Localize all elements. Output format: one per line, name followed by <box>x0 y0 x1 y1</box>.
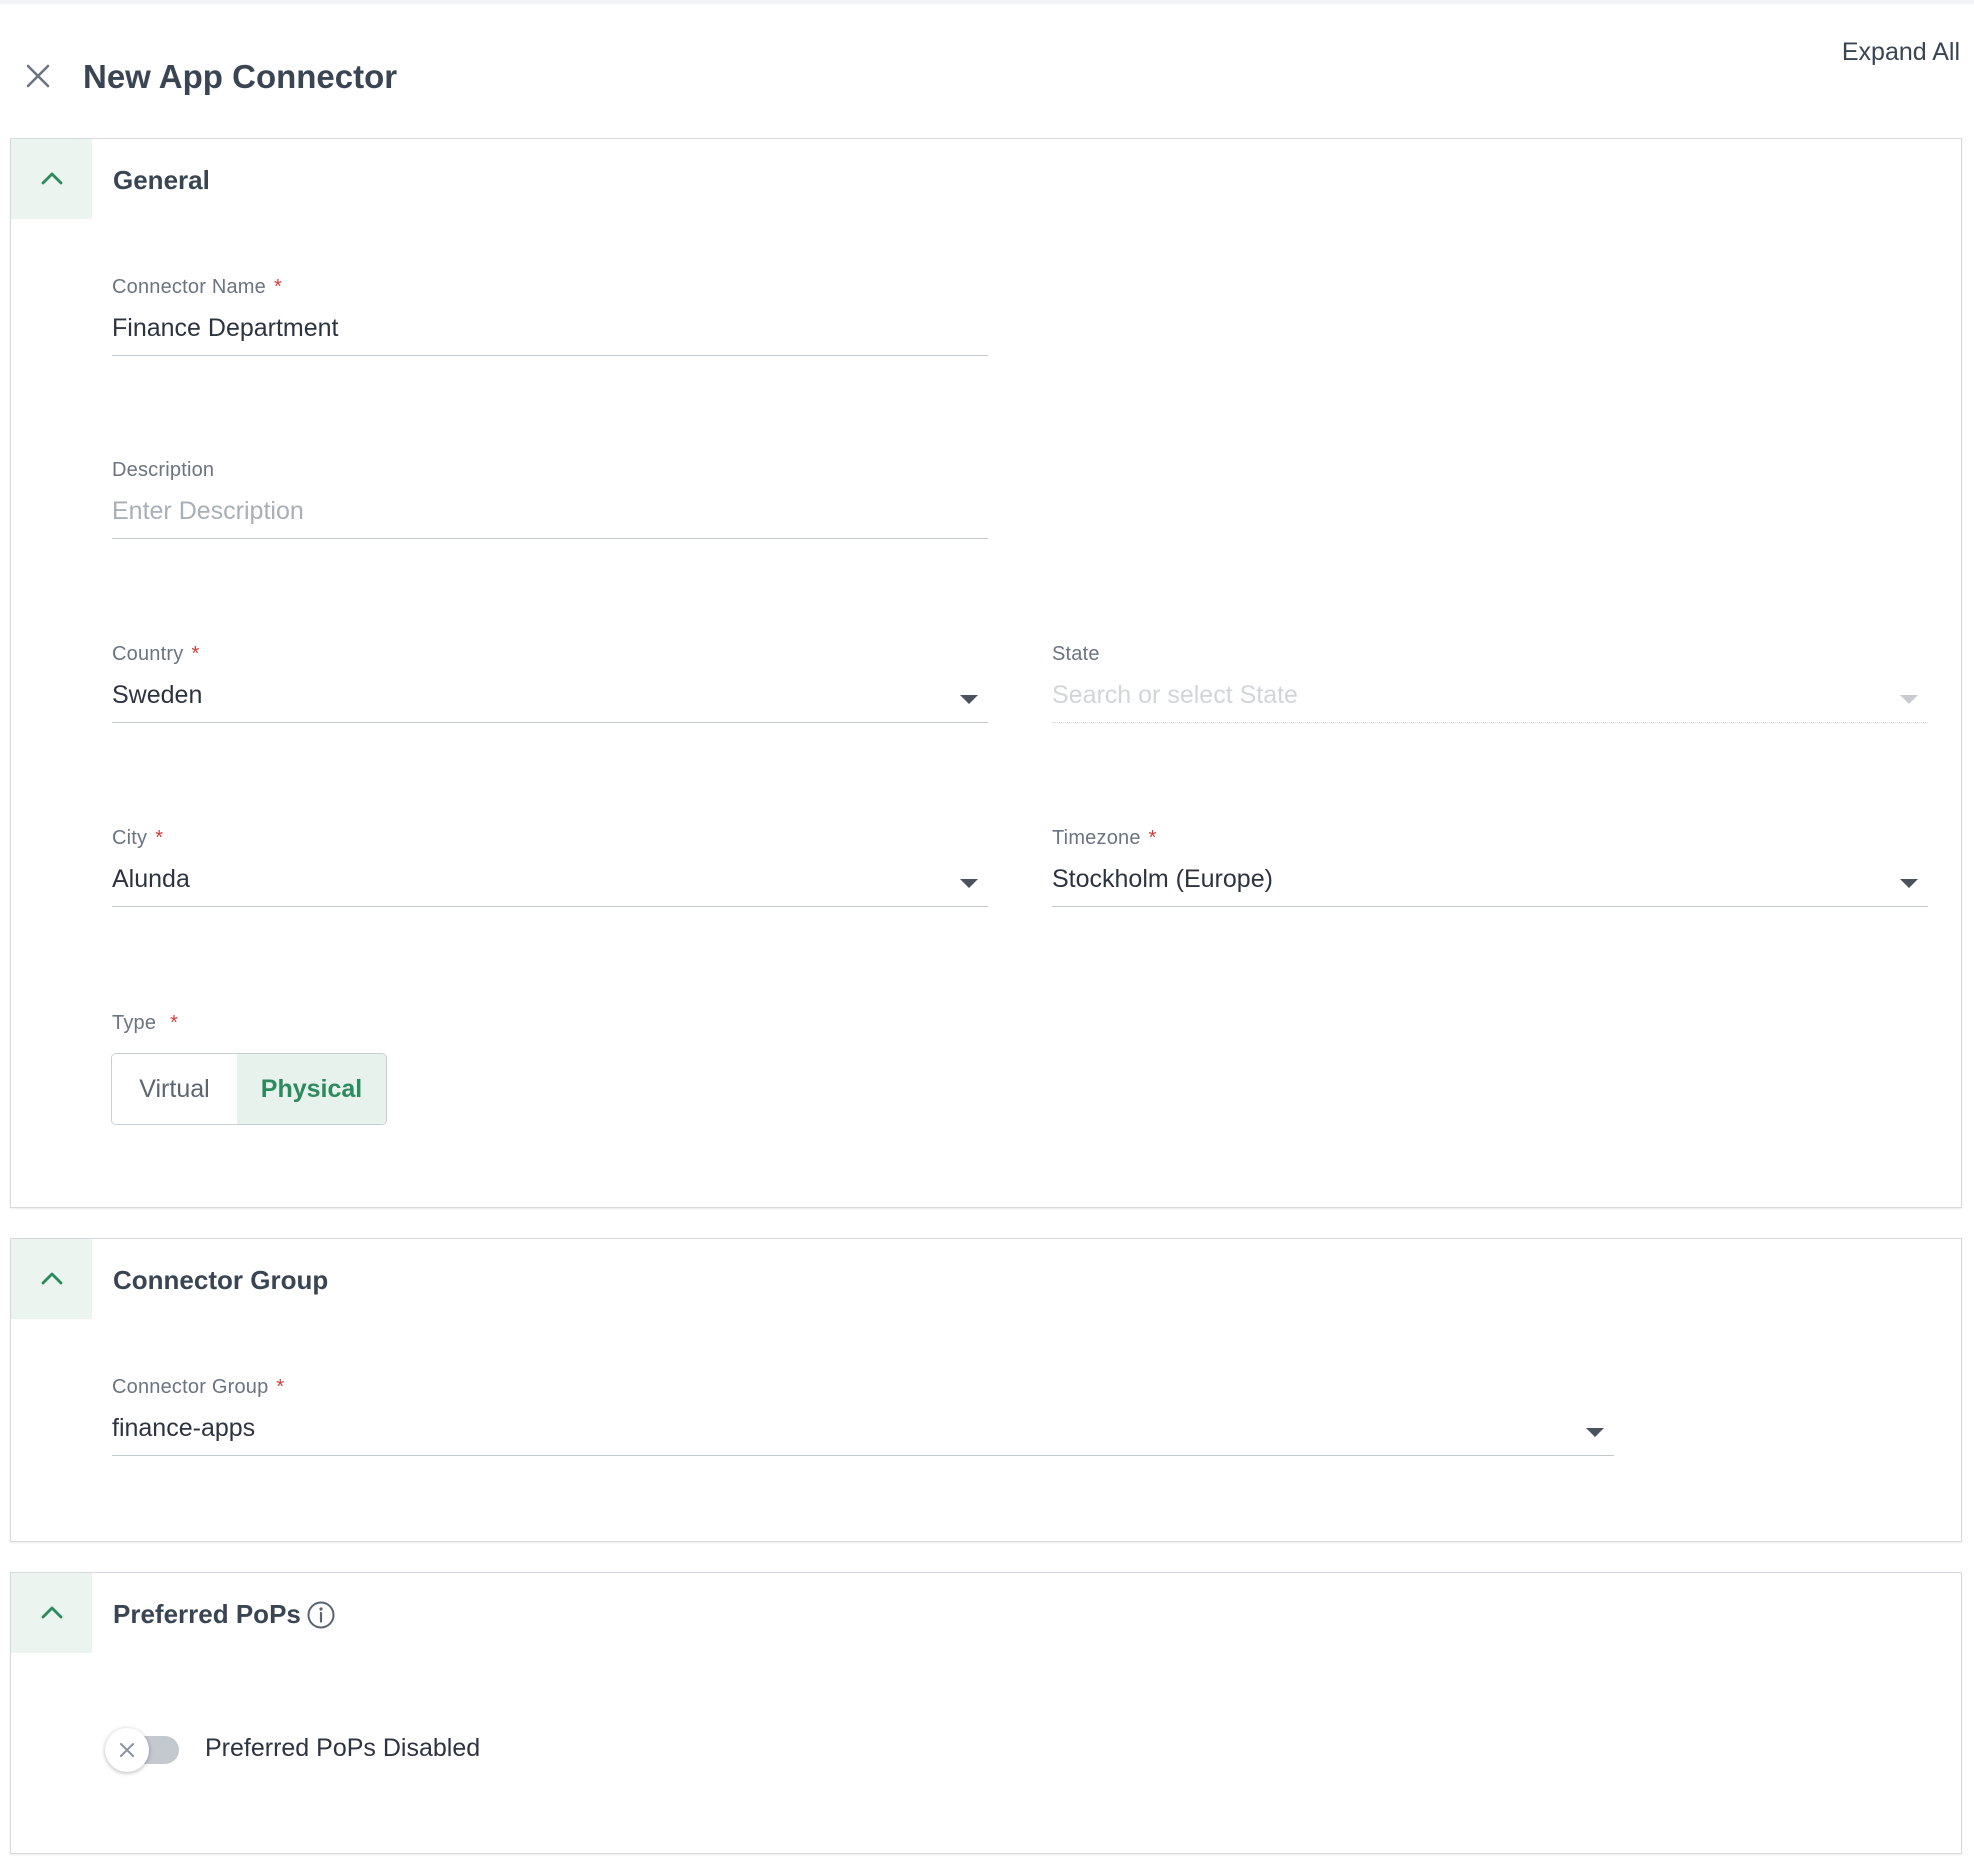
connector-group-field: Connector Group * finance-apps <box>112 1376 1614 1460</box>
description-input[interactable]: Enter Description <box>112 495 988 539</box>
page-title: New App Connector <box>83 58 398 95</box>
chevron-up-icon[interactable] <box>11 1573 92 1653</box>
x-icon <box>105 1728 149 1772</box>
city-select[interactable]: Alunda <box>112 863 988 907</box>
connector-group-label: Connector Group <box>112 1376 269 1398</box>
timezone-label: Timezone <box>1052 827 1141 849</box>
type-label: Type <box>112 1012 157 1034</box>
type-segmented-control: Virtual Physical <box>111 1053 387 1125</box>
connector-group-panel-header[interactable]: Connector Group <box>11 1239 1961 1319</box>
type-option-physical[interactable]: Physical <box>237 1054 386 1124</box>
caret-down-icon[interactable] <box>1900 879 1918 888</box>
preferred-pops-panel-header[interactable]: Preferred PoPs <box>11 1573 1961 1653</box>
timezone-value: Stockholm (Europe) <box>1052 865 1273 893</box>
required-marker: * <box>170 1012 178 1034</box>
chevron-up-icon[interactable] <box>11 139 92 219</box>
caret-down-icon[interactable] <box>1900 695 1918 704</box>
description-label: Description <box>112 459 215 481</box>
city-label: City <box>112 827 148 849</box>
country-select[interactable]: Sweden <box>112 679 988 723</box>
required-marker: * <box>155 827 164 849</box>
country-label: Country <box>112 643 184 665</box>
expand-all-link[interactable]: Expand All <box>1842 38 1960 67</box>
caret-down-icon[interactable] <box>1586 1428 1604 1437</box>
state-placeholder: Search or select State <box>1052 681 1298 709</box>
state-label: State <box>1052 643 1100 665</box>
country-value: Sweden <box>112 681 203 709</box>
connector-group-select[interactable]: finance-apps <box>112 1412 1614 1456</box>
connector-group-value: finance-apps <box>112 1414 256 1442</box>
general-panel-title: General <box>113 165 210 195</box>
description-field: Description Enter Description <box>112 459 988 543</box>
chevron-up-icon[interactable] <box>11 1239 92 1319</box>
caret-down-icon[interactable] <box>960 695 978 704</box>
required-marker: * <box>276 1376 285 1398</box>
connector-name-input[interactable]: Finance Department <box>112 312 988 356</box>
required-marker: * <box>273 276 282 298</box>
preferred-pops-toggle-label: Preferred PoPs Disabled <box>205 1734 481 1762</box>
preferred-pops-panel-title: Preferred PoPs <box>113 1599 301 1629</box>
required-marker: * <box>1148 827 1157 849</box>
state-field: State Search or select State <box>1052 643 1928 727</box>
general-panel-header[interactable]: General <box>11 139 1961 219</box>
top-border <box>0 0 1974 4</box>
type-field: Type * <box>112 1012 412 1042</box>
close-icon[interactable] <box>22 60 54 92</box>
caret-down-icon[interactable] <box>960 879 978 888</box>
type-option-virtual[interactable]: Virtual <box>112 1054 237 1124</box>
city-field: City * Alunda <box>112 827 988 911</box>
city-value: Alunda <box>112 865 190 893</box>
country-field: Country * Sweden <box>112 643 988 727</box>
preferred-pops-panel: Preferred PoPs <box>10 1572 1962 1854</box>
info-icon[interactable] <box>306 1600 336 1630</box>
app-connector-page: New App Connector Expand All General Con… <box>0 0 1974 1866</box>
state-select[interactable]: Search or select State <box>1052 679 1928 723</box>
timezone-field: Timezone * Stockholm (Europe) <box>1052 827 1928 911</box>
connector-name-field: Connector Name * Finance Department <box>112 276 988 360</box>
connector-group-panel-title: Connector Group <box>113 1265 329 1295</box>
connector-name-label: Connector Name <box>112 276 266 298</box>
timezone-select[interactable]: Stockholm (Europe) <box>1052 863 1928 907</box>
preferred-pops-toggle[interactable] <box>105 1728 183 1772</box>
required-marker: * <box>191 643 200 665</box>
